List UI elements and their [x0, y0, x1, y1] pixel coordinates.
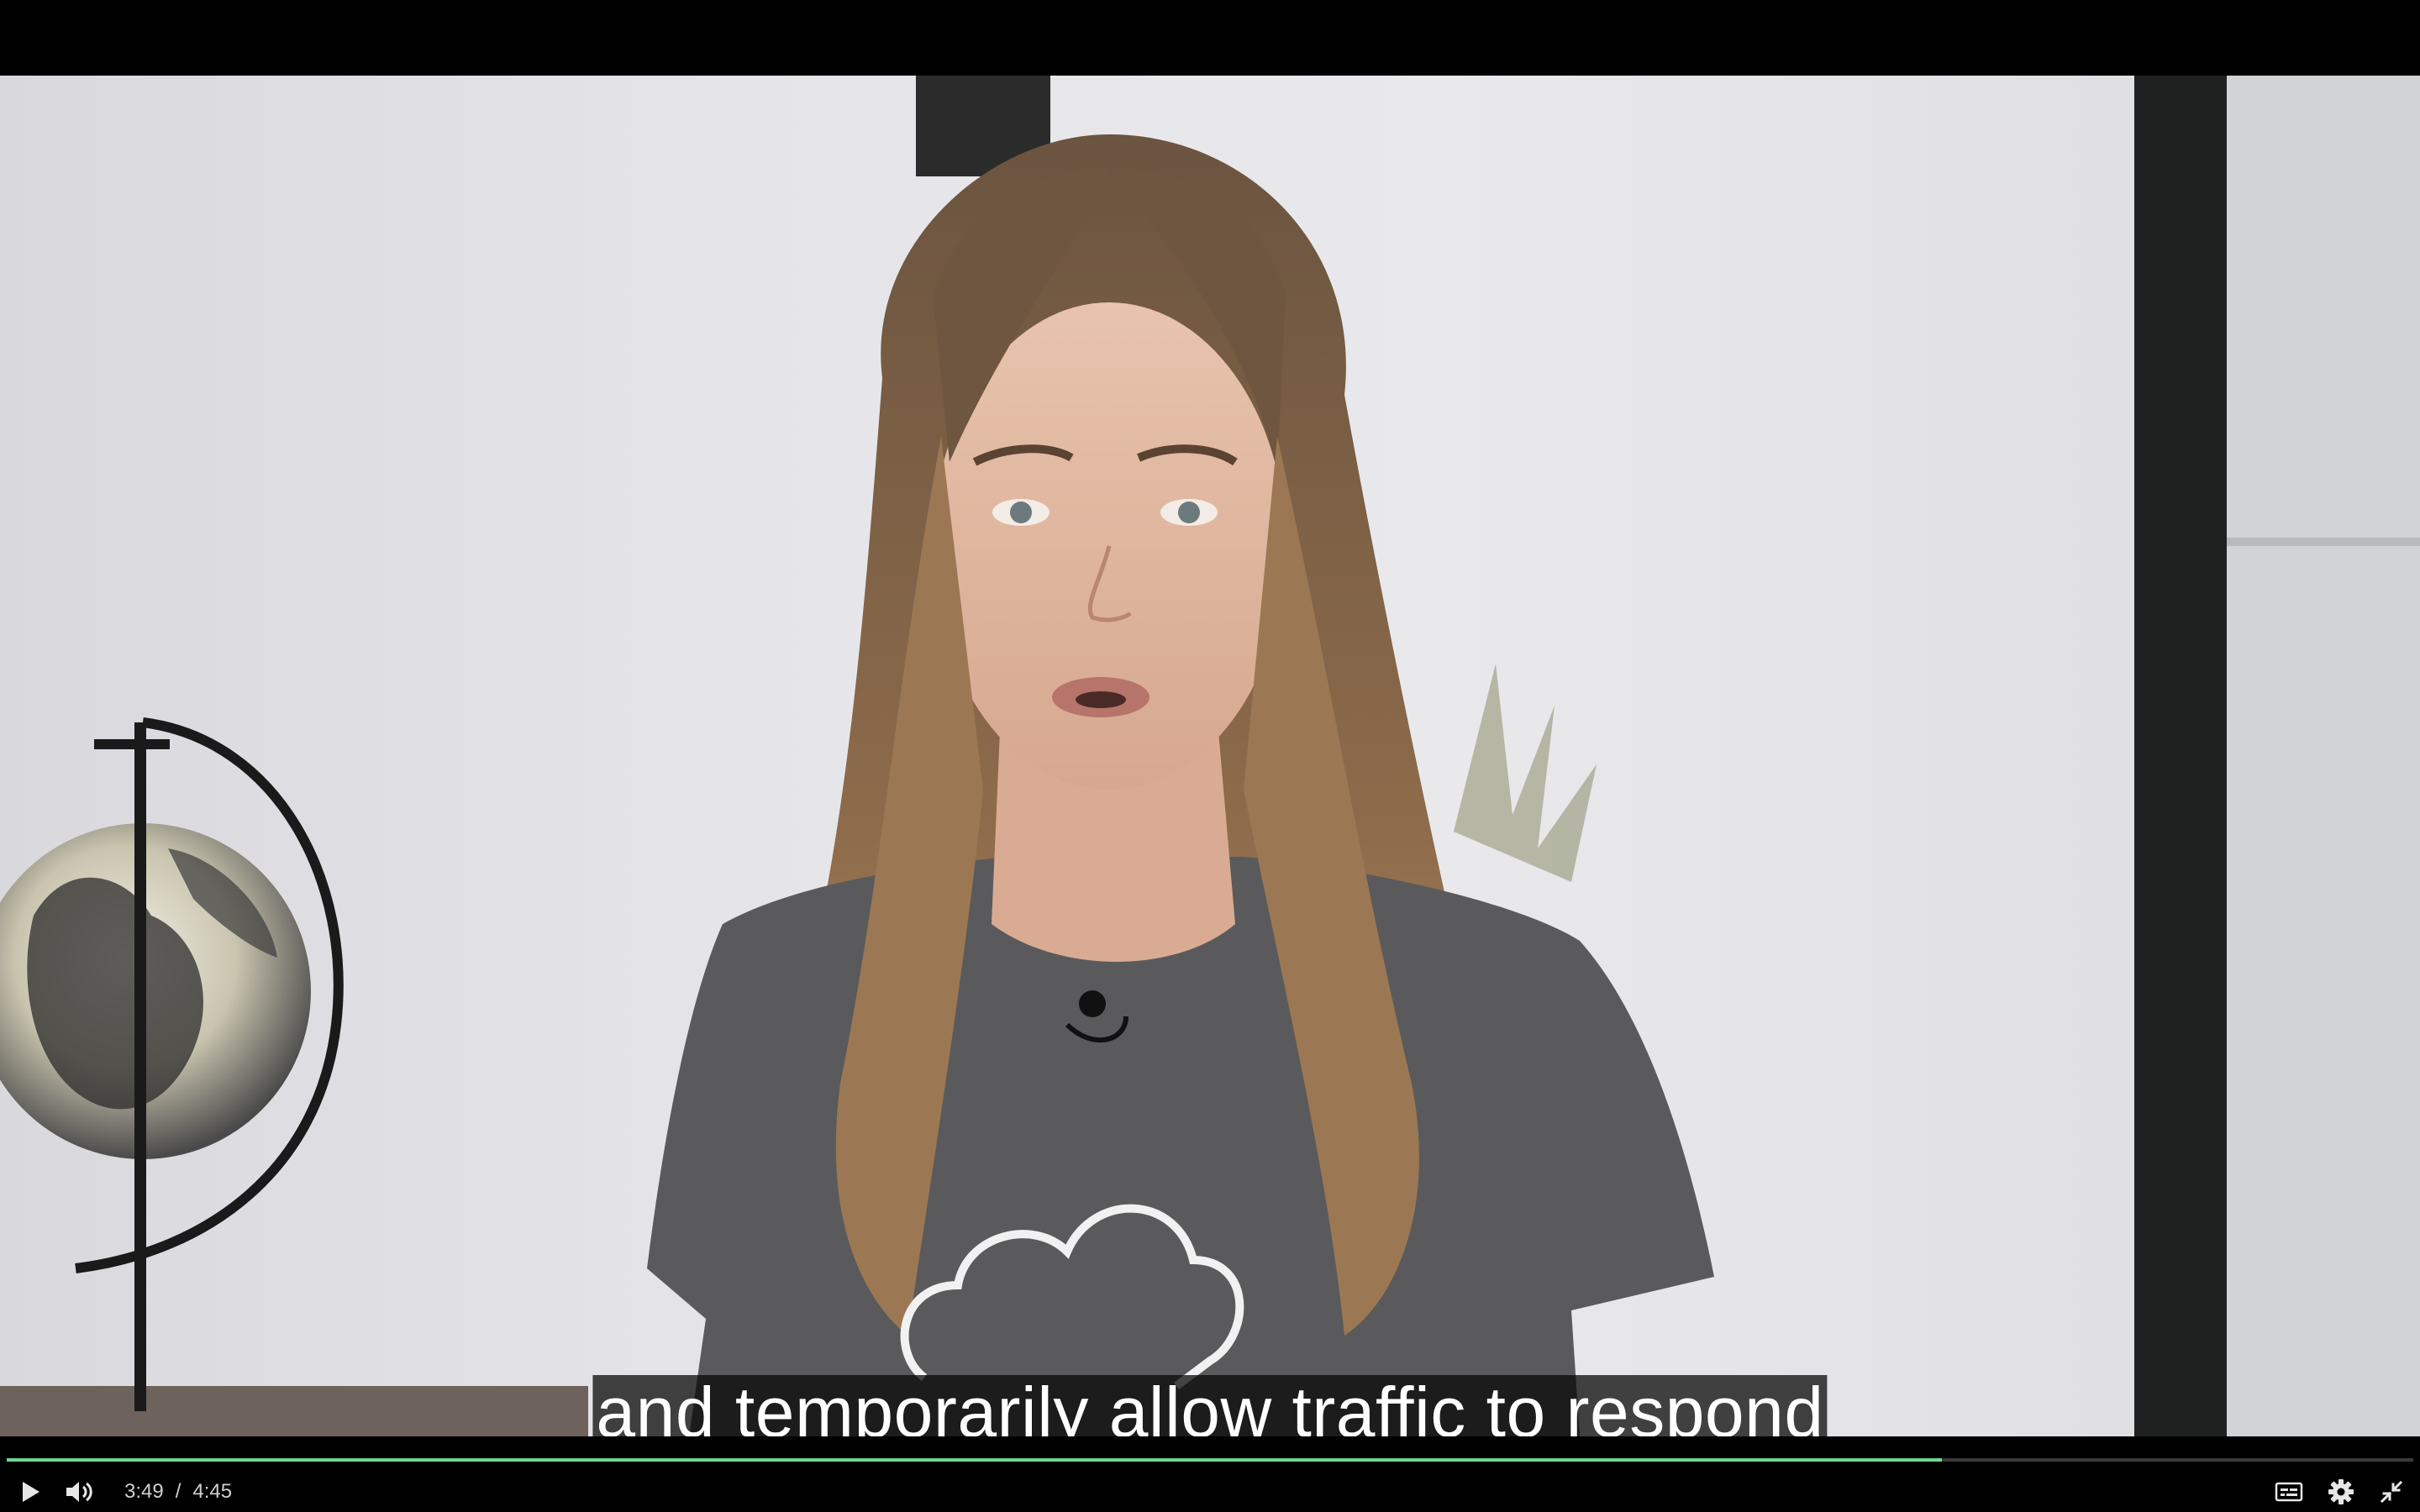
globe-prop [0, 717, 344, 1411]
video-player[interactable]: and temporarily allow traffic to respond… [0, 0, 2420, 1512]
current-time: 3:49 [124, 1480, 164, 1503]
presenter [647, 134, 1714, 1436]
video-content [0, 76, 2420, 1436]
progress-bar[interactable] [7, 1458, 2413, 1462]
volume-icon [66, 1482, 92, 1502]
play-icon [23, 1482, 39, 1502]
letterbox-top [0, 0, 2420, 76]
time-separator: / [175, 1480, 182, 1503]
captions-icon [2275, 1482, 2303, 1502]
settings-button[interactable] [2323, 1473, 2360, 1510]
video-frame[interactable] [0, 76, 2420, 1436]
exit-fullscreen-button[interactable] [2373, 1473, 2410, 1510]
duration: 4:45 [192, 1480, 233, 1503]
gear-icon [2328, 1479, 2354, 1504]
captions-button[interactable] [2270, 1473, 2307, 1510]
control-bar: 3:49 / 4:45 [0, 1436, 2420, 1512]
exit-fullscreen-icon [2380, 1480, 2403, 1504]
progress-fill [7, 1458, 1942, 1462]
volume-button[interactable] [60, 1473, 97, 1510]
time-display: 3:49 / 4:45 [124, 1480, 232, 1504]
play-button[interactable] [12, 1473, 49, 1510]
